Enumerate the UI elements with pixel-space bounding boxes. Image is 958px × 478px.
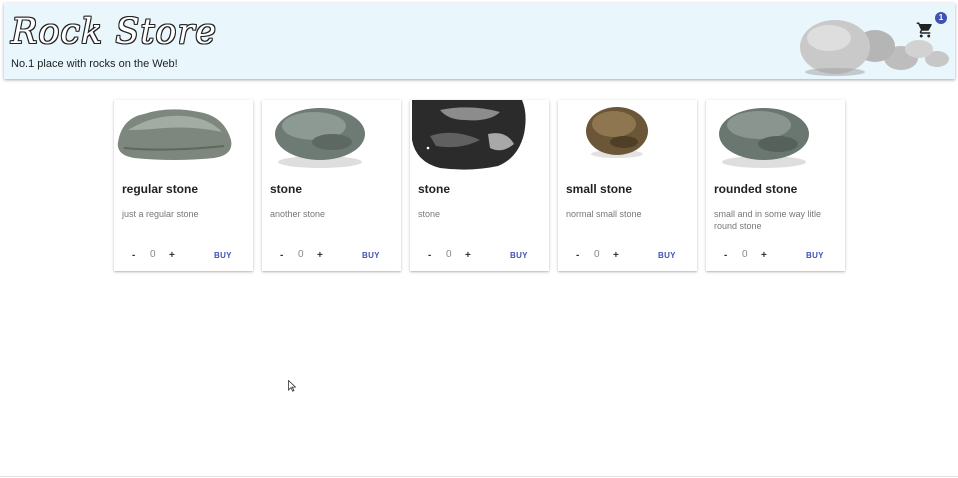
- cart-count-badge: 1: [935, 12, 947, 24]
- quantity-value: 0: [446, 249, 452, 260]
- product-description: another stone: [270, 209, 326, 219]
- store-tagline: No.1 place with rocks on the Web!: [11, 58, 178, 70]
- shopping-cart-icon[interactable]: [916, 21, 934, 39]
- product-card: stone another stone - 0 + BUY: [262, 100, 401, 271]
- product-title: stone: [270, 182, 303, 196]
- decrease-quantity-button[interactable]: -: [724, 250, 727, 261]
- product-title: regular stone: [122, 182, 199, 196]
- product-image: [558, 100, 697, 170]
- quantity-value: 0: [742, 249, 748, 260]
- quantity-value: 0: [150, 249, 156, 260]
- product-description: just a regular stone: [122, 209, 199, 219]
- increase-quantity-button[interactable]: +: [317, 250, 323, 261]
- product-image: [410, 100, 549, 170]
- product-description: small and in some way litle round stone: [714, 209, 822, 231]
- decrease-quantity-button[interactable]: -: [132, 250, 135, 261]
- buy-button[interactable]: BUY: [806, 251, 824, 260]
- product-card: small stone normal small stone - 0 + BUY: [558, 100, 697, 271]
- product-card: stone stone - 0 + BUY: [410, 100, 549, 271]
- page-bottom-divider: [0, 476, 958, 477]
- buy-button[interactable]: BUY: [214, 251, 232, 260]
- increase-quantity-button[interactable]: +: [761, 250, 767, 261]
- quantity-value: 0: [594, 249, 600, 260]
- increase-quantity-button[interactable]: +: [169, 250, 175, 261]
- product-description: stone: [418, 209, 441, 219]
- product-description: normal small stone: [566, 209, 642, 219]
- product-image: [706, 100, 845, 170]
- app-header: Rock Store No.1 place with rocks on the …: [4, 3, 955, 79]
- increase-quantity-button[interactable]: +: [613, 250, 619, 261]
- product-image: [262, 100, 401, 170]
- mouse-pointer-icon: [288, 380, 296, 392]
- buy-button[interactable]: BUY: [510, 251, 528, 260]
- store-logo[interactable]: Rock Store: [11, 12, 217, 52]
- decrease-quantity-button[interactable]: -: [576, 250, 579, 261]
- product-title: stone: [418, 182, 451, 196]
- buy-button[interactable]: BUY: [362, 251, 380, 260]
- product-image: [114, 100, 253, 170]
- buy-button[interactable]: BUY: [658, 251, 676, 260]
- decrease-quantity-button[interactable]: -: [280, 250, 283, 261]
- increase-quantity-button[interactable]: +: [465, 250, 471, 261]
- decrease-quantity-button[interactable]: -: [428, 250, 431, 261]
- product-title: rounded stone: [714, 182, 798, 196]
- product-card: regular stone just a regular stone - 0 +…: [114, 100, 253, 271]
- product-title: small stone: [566, 182, 633, 196]
- product-card: rounded stone small and in some way litl…: [706, 100, 845, 271]
- quantity-value: 0: [298, 249, 304, 260]
